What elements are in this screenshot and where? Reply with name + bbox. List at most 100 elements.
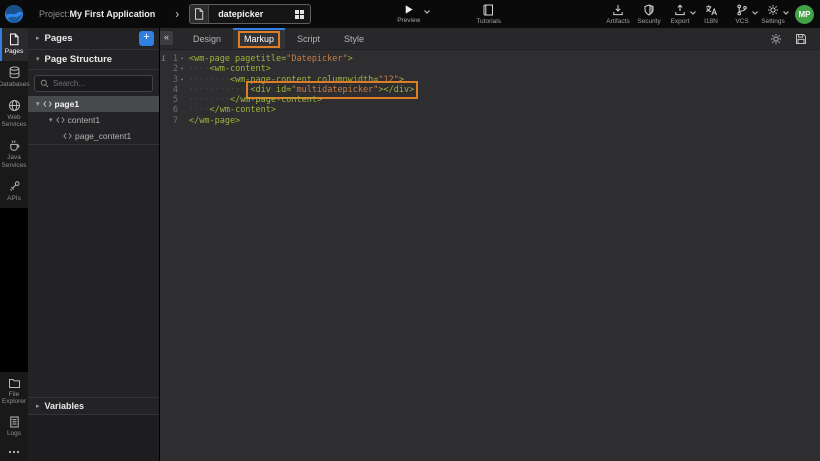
user-avatar[interactable]: MP <box>795 5 814 24</box>
fold-spacer <box>178 105 186 115</box>
gutter: 6 <box>160 105 186 115</box>
pages-label: Pages <box>4 48 24 56</box>
whitespace-dots: ···· <box>189 64 209 74</box>
variables-header[interactable]: ▸ Variables <box>28 397 159 415</box>
project-name: My First Application <box>70 9 156 19</box>
chevron-down-icon[interactable] <box>751 10 759 16</box>
fold-spacer <box>178 85 186 95</box>
database-icon <box>8 66 21 79</box>
export-button[interactable]: Export <box>666 4 694 25</box>
tab-markup[interactable]: Markup <box>233 28 285 49</box>
sidebar-item-databases[interactable]: Databases <box>0 61 28 94</box>
wavemaker-logo[interactable] <box>4 4 24 24</box>
left-rail: Pages Databases Web Services Java Servic… <box>0 28 28 461</box>
editor-settings-gear-icon[interactable] <box>770 33 782 45</box>
code-line[interactable]: 4············<div id="multidatepicker"><… <box>160 85 820 95</box>
sidebar-item-apis[interactable]: APIs <box>0 175 28 208</box>
page-tab-label: datepicker <box>209 9 294 19</box>
sidebar-more-button[interactable] <box>0 443 28 461</box>
code-token-str: "12" <box>378 75 398 85</box>
api-icon <box>8 180 21 193</box>
topbar-actions: Artifacts Security Export I18N VCS Setti… <box>604 4 787 25</box>
expanded-caret-icon[interactable]: ▾ <box>36 56 40 63</box>
pages-panel-header[interactable]: ▸ Pages + <box>28 28 159 50</box>
expanded-caret-icon[interactable]: ▾ <box>49 117 53 124</box>
code-line[interactable]: 3▾········<wm-page-content columnwidth="… <box>160 75 820 85</box>
search-input[interactable] <box>53 79 147 88</box>
save-icon[interactable] <box>795 33 807 45</box>
pages-panel-title: Pages <box>45 33 134 44</box>
collapsed-caret-icon[interactable]: ▸ <box>36 35 40 42</box>
project-prefix: Project: <box>39 9 70 19</box>
code-token-tag: > <box>399 75 404 85</box>
open-page-tab[interactable]: datepicker <box>189 4 311 24</box>
line-number: 7 <box>167 116 178 126</box>
line-number: 3 <box>167 75 178 85</box>
gutter: i1▾ <box>160 54 186 64</box>
code-line[interactable]: 6····</wm-content> <box>160 105 820 115</box>
tab-design[interactable]: Design <box>181 28 233 49</box>
i18n-label: I18N <box>704 18 718 25</box>
code-line[interactable]: 5········</wm-page-content> <box>160 95 820 105</box>
i18n-button[interactable]: I18N <box>697 4 725 25</box>
wavemaker-studio: { "colors": { "accent_blue": "#2F80E0", … <box>0 0 820 461</box>
sidebar-item-logs[interactable]: Logs <box>0 411 28 443</box>
upload-icon <box>674 4 686 16</box>
code-line-content[interactable]: <wm-page pagetitle="Datepicker"> <box>186 54 353 64</box>
page-structure-header[interactable]: ▾ Page Structure <box>28 50 159 70</box>
gutter-spacer <box>160 85 167 95</box>
chevron-down-icon[interactable] <box>782 10 790 16</box>
gutter-spacer <box>160 64 167 74</box>
fold-caret-icon[interactable]: ▾ <box>178 75 186 85</box>
code-highlight-box: <div id="multidatepicker"></div> <box>250 85 414 95</box>
code-line[interactable]: 2▾····<wm-content> <box>160 64 820 74</box>
code-line[interactable]: i1▾<wm-page pagetitle="Datepicker"> <box>160 54 820 64</box>
page-file-icon <box>190 5 209 23</box>
code-token-tag: <wm-page pagetitle= <box>189 54 286 64</box>
gutter: 3▾ <box>160 75 186 85</box>
chevron-down-icon[interactable] <box>689 10 697 16</box>
code-line-content[interactable]: ········</wm-page-content> <box>186 95 322 105</box>
widget-code-icon <box>63 132 72 140</box>
tab-style[interactable]: Style <box>332 28 376 49</box>
tree-item-label: page_content1 <box>75 131 131 141</box>
structure-search[interactable] <box>34 75 153 92</box>
code-token-tag: <wm-page-content columnwidth= <box>230 75 378 85</box>
preview-button[interactable]: Preview <box>397 4 420 24</box>
whitespace-dots: ···· <box>189 105 209 115</box>
tab-script[interactable]: Script <box>285 28 332 49</box>
tree-item-content1[interactable]: ▾ content1 <box>28 112 159 128</box>
fold-caret-icon[interactable]: ▾ <box>178 64 186 74</box>
fold-caret-icon[interactable]: ▾ <box>178 54 186 64</box>
code-line-content[interactable]: ····<wm-content> <box>186 64 271 74</box>
sidebar-item-pages[interactable]: Pages <box>0 28 28 61</box>
tree-item-page1[interactable]: ▾ page1 <box>28 96 159 112</box>
security-button[interactable]: Security <box>635 4 663 25</box>
collapsed-caret-icon[interactable]: ▸ <box>36 403 40 410</box>
sidebar-item-file-explorer[interactable]: File Explorer <box>0 372 28 412</box>
settings-button[interactable]: Settings <box>759 4 787 25</box>
vcs-button[interactable]: VCS <box>728 4 756 25</box>
chevron-down-icon[interactable] <box>423 9 431 15</box>
project-breadcrumb[interactable]: Project:My First Application <box>39 9 155 19</box>
code-line[interactable]: 7 </wm-page> <box>160 116 820 126</box>
tree-item-page-content1[interactable]: page_content1 <box>28 128 159 144</box>
expanded-caret-icon[interactable]: ▾ <box>36 101 40 108</box>
widgets-grid-icon[interactable] <box>294 9 305 20</box>
tutorials-button[interactable]: Tutorials <box>476 4 501 25</box>
collapse-panel-button[interactable]: « <box>160 31 173 45</box>
code-line-content[interactable]: ········<wm-page-content columnwidth="12… <box>186 75 404 85</box>
logs-label: Logs <box>6 430 22 438</box>
folder-icon <box>8 377 21 389</box>
sidebar-item-java-services[interactable]: Java Services <box>0 134 28 175</box>
code-line-content[interactable]: ····</wm-content> <box>186 105 276 115</box>
code-editor[interactable]: i1▾<wm-page pagetitle="Datepicker">2▾···… <box>160 50 820 461</box>
code-token-tag: ></div> <box>378 85 414 95</box>
variables-title: Variables <box>45 401 159 411</box>
code-line-content[interactable]: </wm-page> <box>186 116 240 126</box>
code-line-content[interactable]: ············<div id="multidatepicker"></… <box>186 85 414 95</box>
sidebar-item-web-services[interactable]: Web Services <box>0 94 28 135</box>
add-page-button[interactable]: + <box>139 31 154 46</box>
artifacts-button[interactable]: Artifacts <box>604 4 632 25</box>
java-services-label: Java Services <box>0 154 28 170</box>
